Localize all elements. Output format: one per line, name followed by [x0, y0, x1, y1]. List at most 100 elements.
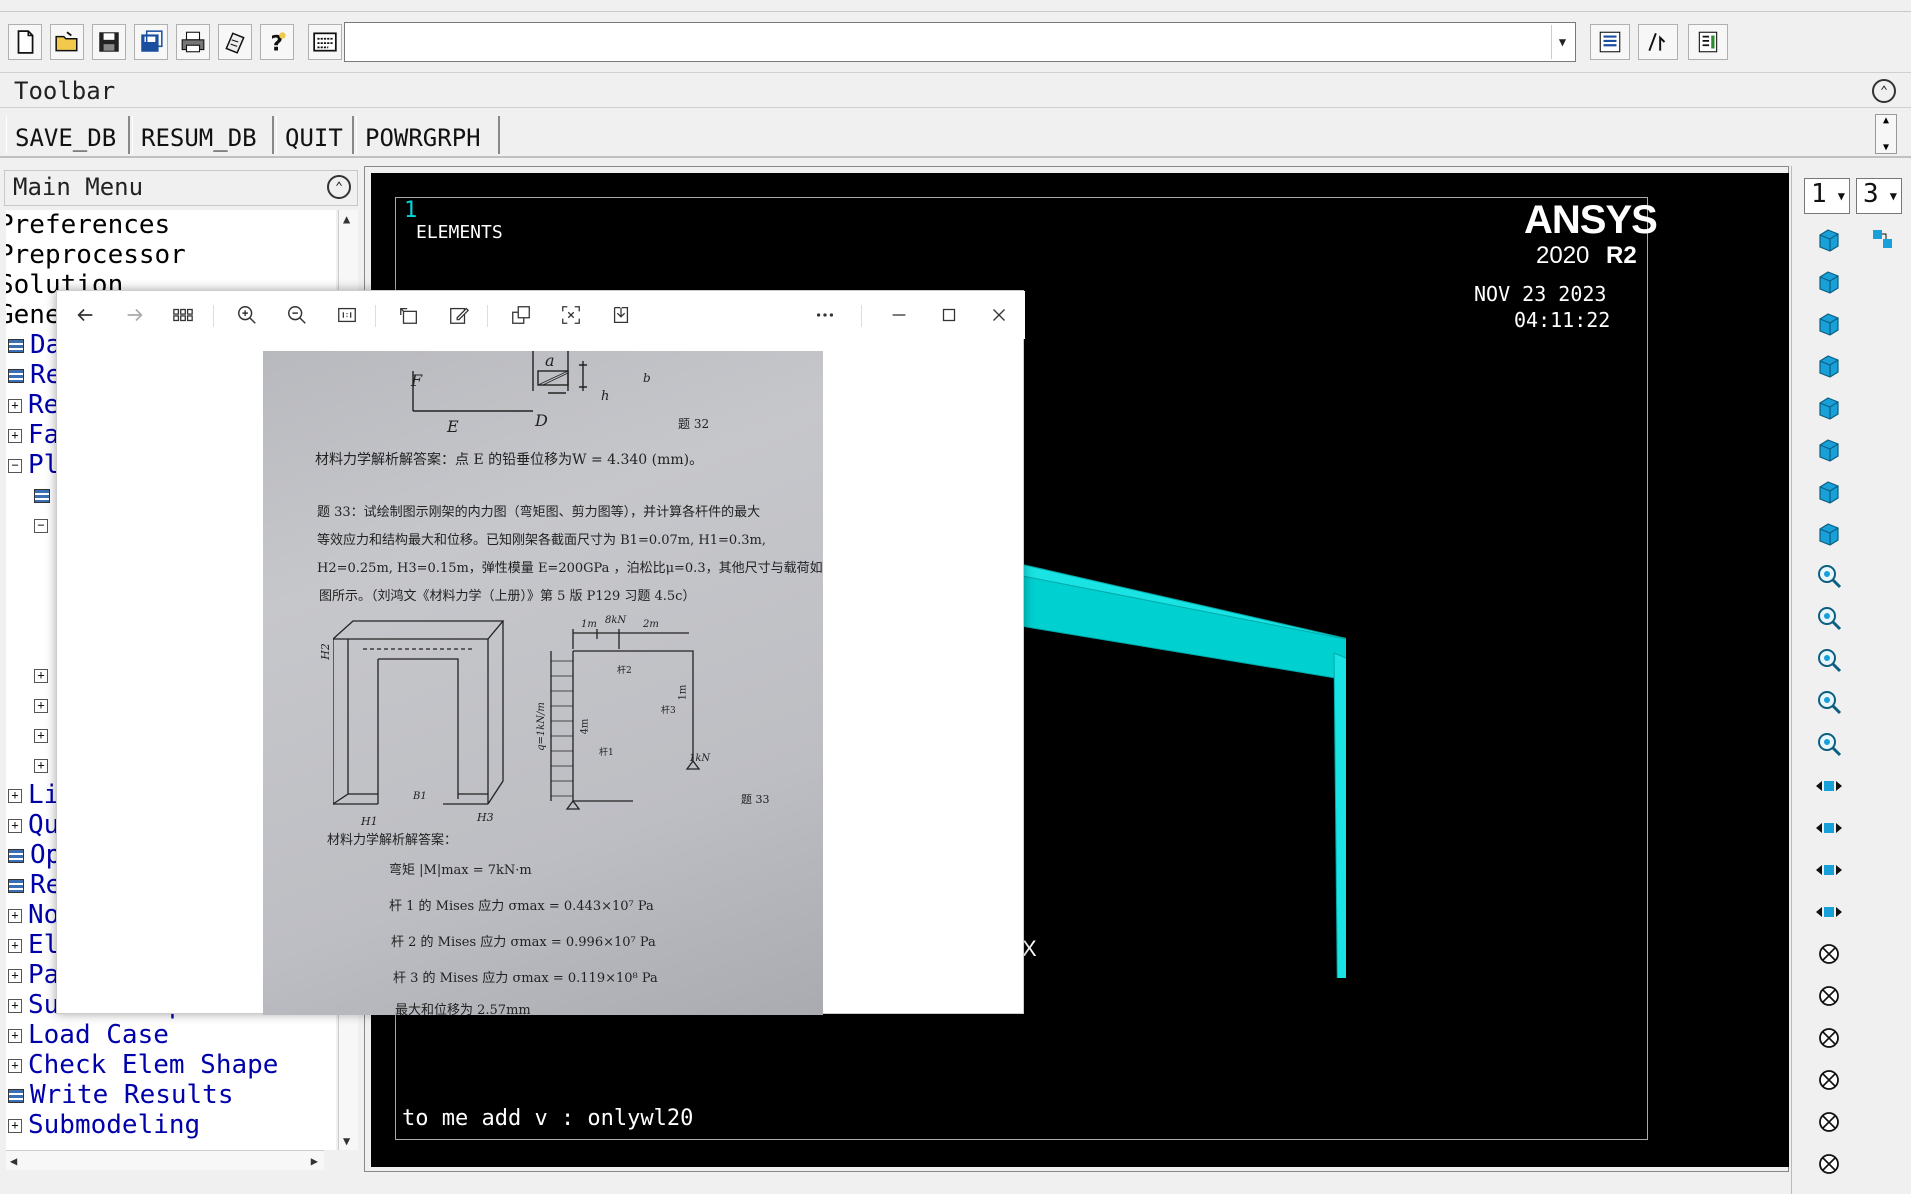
toolbar-scroll[interactable]: ▲ ▼: [1875, 114, 1897, 154]
window-select-right[interactable]: 3 ▼: [1856, 178, 1902, 214]
contact-manager-icon[interactable]: [1688, 24, 1728, 60]
menu-item[interactable]: Write Results: [8, 1080, 234, 1110]
raise-hidden-icon[interactable]: [1590, 24, 1630, 60]
gallery-grid-icon[interactable]: [169, 301, 197, 329]
menu-item[interactable]: Preferences: [6, 210, 170, 240]
bottom-view-icon[interactable]: [1808, 390, 1850, 426]
zoom-in-icon[interactable]: [233, 301, 261, 329]
reset-picking-icon[interactable]: [1638, 24, 1678, 60]
menu-item[interactable]: + Qu: [8, 810, 59, 840]
rotate-x-pos-icon[interactable]: [1808, 978, 1850, 1014]
help-icon[interactable]: ?: [260, 24, 294, 60]
right-view-icon[interactable]: [1808, 474, 1850, 510]
isometric-view-icon[interactable]: [1808, 222, 1850, 258]
menu-item[interactable]: Da: [8, 330, 61, 360]
visual-search-icon[interactable]: [557, 301, 585, 329]
more-options-icon[interactable]: [811, 301, 839, 329]
rotate-y-neg-icon[interactable]: [1808, 1020, 1850, 1056]
open-folder-icon[interactable]: [50, 24, 84, 60]
rotate-icon[interactable]: [395, 301, 423, 329]
expand-icon[interactable]: +: [8, 1028, 22, 1043]
menu-item[interactable]: + Submodeling: [8, 1110, 200, 1140]
expand-icon[interactable]: +: [8, 428, 22, 443]
expand-icon[interactable]: +: [8, 788, 22, 803]
expand-icon[interactable]: +: [8, 998, 22, 1013]
expand-icon[interactable]: +: [8, 908, 22, 923]
expand-icon[interactable]: +: [34, 668, 48, 683]
box-zoom-icon[interactable]: [1808, 642, 1850, 678]
menu-item[interactable]: + Re: [8, 390, 59, 420]
expand-icon[interactable]: +: [8, 938, 22, 953]
forward-arrow-icon[interactable]: [121, 301, 149, 329]
menu-item[interactable]: + Fa: [8, 420, 59, 450]
menu-item[interactable]: −: [34, 510, 54, 540]
back-arrow-icon[interactable]: [71, 301, 99, 329]
expand-icon[interactable]: +: [34, 758, 48, 773]
save-download-icon[interactable]: [607, 301, 635, 329]
powrgrph-button[interactable]: POWRGRPH: [356, 116, 500, 154]
zoom-out-icon[interactable]: [1808, 726, 1850, 762]
zoom-in-icon[interactable]: [1808, 684, 1850, 720]
expand-icon[interactable]: +: [8, 398, 22, 413]
collapse-menu-icon[interactable]: ⌃: [327, 175, 351, 199]
minimize-icon[interactable]: [885, 301, 913, 329]
menu-item[interactable]: [34, 480, 56, 510]
top-view-icon[interactable]: [1808, 348, 1850, 384]
menu-item[interactable]: Re: [8, 360, 61, 390]
new-file-icon[interactable]: [8, 24, 42, 60]
expand-icon[interactable]: +: [8, 1118, 22, 1133]
scroll-down-icon[interactable]: ▼: [343, 1134, 350, 1148]
expand-icon[interactable]: +: [34, 698, 48, 713]
expand-icon[interactable]: +: [8, 1058, 22, 1073]
front-view-icon[interactable]: [1808, 264, 1850, 300]
pan-up-icon[interactable]: [1808, 852, 1850, 888]
chevron-down-icon[interactable]: ▼: [1838, 189, 1845, 203]
zoom-to-fit-icon[interactable]: [1808, 558, 1850, 594]
menu-item[interactable]: + No: [8, 900, 59, 930]
menu-item[interactable]: Op: [8, 840, 61, 870]
actual-size-icon[interactable]: [333, 301, 361, 329]
oblique-view-icon[interactable]: [1808, 516, 1850, 552]
collapse-icon[interactable]: −: [8, 458, 22, 473]
zoom-icon[interactable]: [1808, 600, 1850, 636]
resum-db-button[interactable]: RESUM_DB: [132, 116, 274, 154]
menu-item[interactable]: +: [34, 660, 54, 690]
scroll-up-icon[interactable]: ▲: [343, 212, 350, 226]
collapse-icon[interactable]: −: [34, 518, 48, 533]
left-view-icon[interactable]: [1808, 432, 1850, 468]
expand-icon[interactable]: +: [8, 818, 22, 833]
menu-item[interactable]: + Load Case: [8, 1020, 169, 1050]
menu-item[interactable]: +: [34, 750, 54, 780]
command-prompt-icon[interactable]: [308, 24, 342, 60]
chevron-down-icon[interactable]: ▼: [1890, 189, 1897, 203]
maximize-icon[interactable]: [935, 301, 963, 329]
expand-icon[interactable]: +: [8, 968, 22, 983]
zoom-out-icon[interactable]: [283, 301, 311, 329]
menu-item[interactable]: Preprocessor: [6, 240, 186, 270]
expand-icon[interactable]: +: [34, 728, 48, 743]
menu-item[interactable]: Re: [8, 870, 61, 900]
rotate-z-pos-icon[interactable]: [1808, 1146, 1850, 1182]
rotate-x-neg-icon[interactable]: [1808, 936, 1850, 972]
menu-item[interactable]: + Li: [8, 780, 59, 810]
scroll-up-icon[interactable]: ▲: [1883, 115, 1889, 126]
menu-item[interactable]: + Pa: [8, 960, 59, 990]
pan-left-icon[interactable]: [1808, 768, 1850, 804]
scroll-right-icon[interactable]: ▶: [311, 1154, 318, 1168]
pan-down-icon[interactable]: [1808, 894, 1850, 930]
quit-button[interactable]: QUIT: [276, 116, 354, 154]
menu-item[interactable]: +: [34, 690, 54, 720]
back-view-icon[interactable]: [1808, 306, 1850, 342]
dynamic-mode-icon[interactable]: [1862, 222, 1904, 258]
menu-item[interactable]: +: [34, 720, 54, 750]
save-icon[interactable]: [92, 24, 126, 60]
pan-right-icon[interactable]: [1808, 810, 1850, 846]
menu-item[interactable]: + El: [8, 930, 59, 960]
extract-icon[interactable]: [507, 301, 535, 329]
print-icon[interactable]: [176, 24, 210, 60]
command-input[interactable]: ▼: [344, 22, 1576, 62]
menu-item[interactable]: + Check Elem Shape: [8, 1050, 278, 1080]
collapse-toolbar-icon[interactable]: ⌃: [1872, 79, 1896, 103]
window-select-left[interactable]: 1 ▼: [1804, 178, 1850, 214]
report-icon[interactable]: [218, 24, 252, 60]
